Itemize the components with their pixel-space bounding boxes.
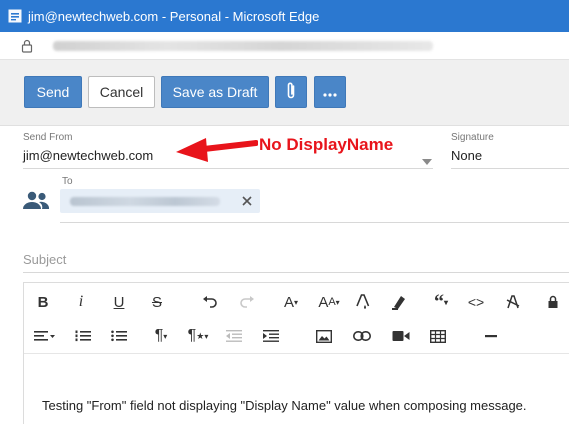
red-arrow-annotation <box>176 138 258 162</box>
paperclip-icon <box>285 81 297 104</box>
more-options-button[interactable] <box>314 76 346 108</box>
unordered-list-icon[interactable] <box>108 319 130 353</box>
font-size-icon[interactable]: A A ▾ <box>314 285 344 319</box>
attach-button[interactable] <box>275 76 307 108</box>
video-icon[interactable] <box>390 319 412 353</box>
text-color-icon[interactable] <box>352 285 374 319</box>
close-icon[interactable] <box>240 194 254 208</box>
signature-label: Signature <box>451 132 494 143</box>
undo-icon[interactable] <box>199 285 221 319</box>
address-bar[interactable] <box>0 32 569 60</box>
redo-icon[interactable] <box>236 285 258 319</box>
strikethrough-icon[interactable]: S <box>146 285 168 319</box>
italic-icon[interactable]: i <box>70 285 92 319</box>
quote-icon[interactable]: “▾ <box>428 285 454 319</box>
contacts-icon[interactable] <box>22 190 50 215</box>
outdent-icon[interactable] <box>223 319 245 353</box>
ellipsis-icon <box>323 84 337 100</box>
edge-browser-icon <box>7 8 23 24</box>
signature-select[interactable]: None <box>451 148 482 163</box>
message-editor[interactable]: B i U S A ▾ A A ▾ “▾ <> ¶ ▾ ¶ ★ ▾ Testin… <box>23 282 569 424</box>
format-toolbar-row-2: ¶ ▾ ¶ ★ ▾ <box>24 319 569 353</box>
clear-format-icon[interactable] <box>502 285 524 319</box>
lock-icon <box>21 39 33 53</box>
image-icon[interactable] <box>313 319 335 353</box>
horizontal-rule-icon[interactable] <box>480 319 502 353</box>
table-icon[interactable] <box>427 319 449 353</box>
cancel-button[interactable]: Cancel <box>88 76 155 108</box>
send-button[interactable]: Send <box>24 76 82 108</box>
recipient-chip[interactable] <box>60 189 260 213</box>
cancel-button-label: Cancel <box>99 84 144 100</box>
message-body-text[interactable]: Testing "From" field not displaying "Dis… <box>42 398 527 413</box>
send-from-underline <box>23 168 433 169</box>
paragraph-style-icon[interactable]: ¶ ★ ▾ <box>184 319 212 353</box>
annotation-no-displayname: No DisplayName <box>259 135 394 154</box>
send-from-select[interactable]: jim@newtechweb.com <box>23 148 153 163</box>
paragraph-format-icon[interactable]: ¶ ▾ <box>148 319 174 353</box>
underline-icon[interactable]: U <box>108 285 130 319</box>
editor-toolbar-divider <box>24 353 569 354</box>
recipient-email-blurred <box>70 196 220 206</box>
subject-input[interactable]: Subject <box>23 252 66 267</box>
font-family-icon[interactable]: A ▾ <box>278 285 304 319</box>
to-underline <box>60 222 569 223</box>
url-text-blurred <box>53 40 433 51</box>
align-icon[interactable] <box>32 319 58 353</box>
window-title: jim@newtechweb.com - Personal - Microsof… <box>28 8 320 24</box>
to-label: To <box>62 176 73 187</box>
send-from-label: Send From <box>23 132 73 143</box>
window-titlebar: jim@newtechweb.com - Personal - Microsof… <box>0 0 569 32</box>
compose-toolbar: Send Cancel Save as Draft <box>0 60 569 126</box>
ordered-list-icon[interactable] <box>72 319 94 353</box>
send-button-label: Send <box>36 84 70 100</box>
save-as-draft-button[interactable]: Save as Draft <box>161 76 269 108</box>
lock-format-icon[interactable] <box>542 285 564 319</box>
format-toolbar-row-1: B i U S A ▾ A A ▾ “▾ <> <box>24 285 569 319</box>
highlight-icon[interactable] <box>388 285 410 319</box>
subject-underline <box>23 272 569 273</box>
signature-underline <box>451 168 569 169</box>
bold-icon[interactable]: B <box>32 285 54 319</box>
code-icon[interactable]: <> <box>464 285 488 319</box>
save-as-draft-label: Save as Draft <box>172 84 258 100</box>
indent-icon[interactable] <box>260 319 282 353</box>
link-icon[interactable] <box>351 319 373 353</box>
